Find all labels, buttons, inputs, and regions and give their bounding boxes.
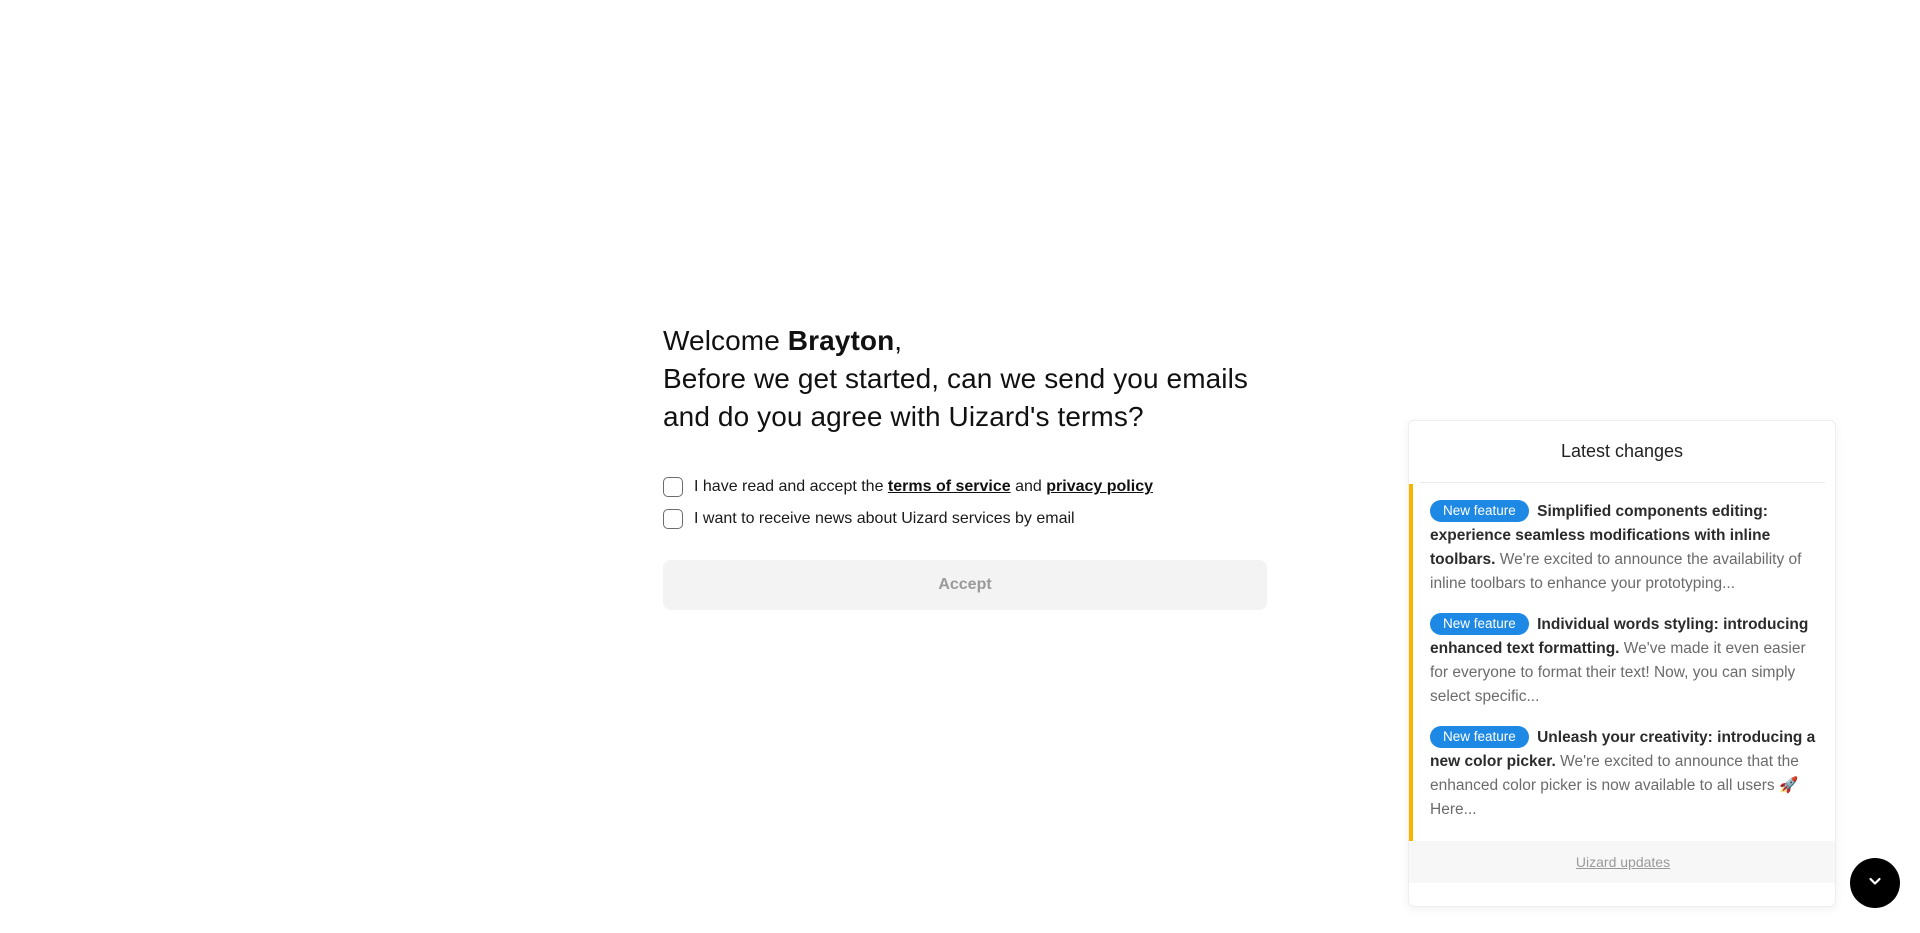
news-checkbox[interactable]: [663, 509, 683, 529]
greeting-text: Welcome: [663, 325, 780, 356]
chevron-down-icon: [1867, 873, 1883, 894]
welcome-question: Before we get started, can we send you e…: [663, 363, 1249, 432]
terms-checkbox[interactable]: [663, 477, 683, 497]
change-item[interactable]: New feature Individual words styling: in…: [1430, 613, 1821, 709]
changes-list: New feature Simplified components editin…: [1409, 484, 1835, 841]
consent-checkboxes: I have read and accept the terms of serv…: [663, 476, 1267, 530]
consent-section: Welcome Brayton, Before we get started, …: [663, 322, 1267, 610]
terms-prefix-text: I have read and accept the: [694, 478, 884, 495]
change-item[interactable]: New feature Simplified components editin…: [1430, 500, 1821, 596]
terms-consent-row: I have read and accept the terms of serv…: [663, 476, 1267, 498]
terms-and-text: and: [1015, 478, 1042, 495]
greeting-punctuation: ,: [894, 325, 903, 356]
new-feature-badge: New feature: [1430, 726, 1529, 748]
latest-changes-panel: Latest changes New feature Simplified co…: [1408, 420, 1836, 907]
welcome-heading: Welcome Brayton, Before we get started, …: [663, 322, 1267, 436]
terms-of-service-link[interactable]: terms of service: [888, 478, 1011, 496]
new-feature-badge: New feature: [1430, 613, 1529, 635]
panel-footer: Uizard updates: [1409, 841, 1835, 883]
accept-button[interactable]: Accept: [663, 560, 1267, 610]
privacy-policy-link[interactable]: privacy policy: [1046, 478, 1153, 496]
change-item[interactable]: New feature Unleash your creativity: int…: [1430, 726, 1821, 822]
user-name: Brayton: [787, 325, 895, 356]
collapse-changes-button[interactable]: [1850, 858, 1900, 908]
new-feature-badge: New feature: [1430, 500, 1529, 522]
news-label: I want to receive news about Uizard serv…: [694, 510, 1075, 527]
page: Welcome Brayton, Before we get started, …: [0, 0, 1920, 933]
uizard-updates-link[interactable]: Uizard updates: [1576, 854, 1670, 870]
news-consent-row: I want to receive news about Uizard serv…: [663, 508, 1267, 530]
panel-title: Latest changes: [1419, 421, 1825, 483]
